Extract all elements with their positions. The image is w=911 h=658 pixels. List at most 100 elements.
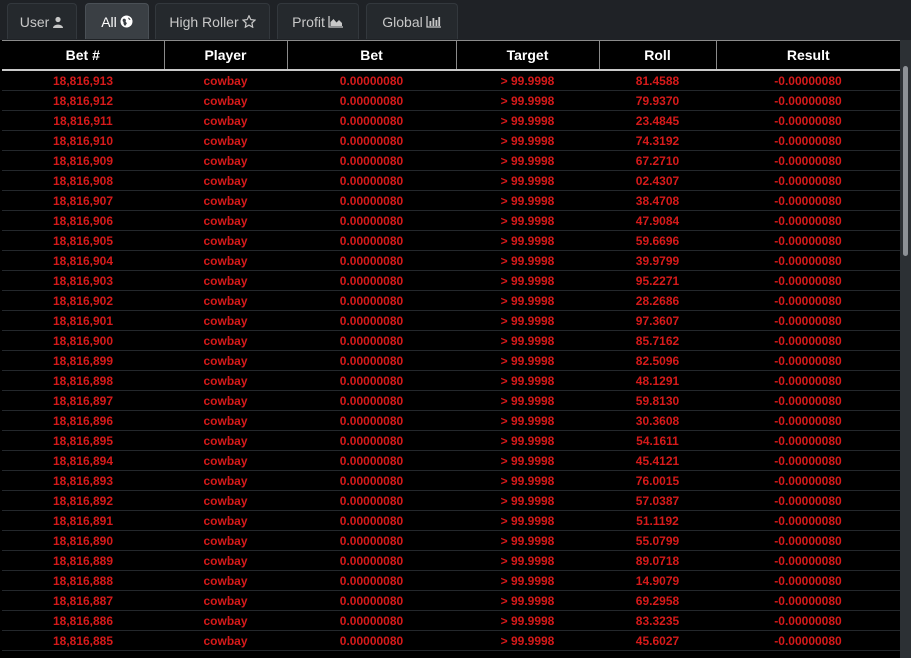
bet-number-cell[interactable]: 18,816,909 [2,150,164,171]
bet-number-cell[interactable]: 18,816,891 [2,510,164,531]
bet-number-cell[interactable]: 18,816,905 [2,230,164,251]
bet-number-cell[interactable]: 18,816,903 [2,270,164,291]
bet-number-cell[interactable]: 18,816,890 [2,530,164,551]
table-row[interactable]: 18,816,899 cowbay 0.00000080 > 99.9998 82.50… [2,350,900,371]
table-row[interactable]: 18,816,906 cowbay 0.00000080 > 99.9998 47.90… [2,210,900,231]
bet-number-cell[interactable]: 18,816,897 [2,390,164,411]
table-row[interactable]: 18,816,895 cowbay 0.00000080 > 99.9998 54.16… [2,430,900,451]
table-row[interactable]: 18,816,909 cowbay 0.00000080 > 99.9998 67.27… [2,150,900,171]
table-row[interactable]: 18,816,892 cowbay 0.00000080 > 99.9998 57.03… [2,490,900,511]
bet-number-cell[interactable]: 18,816,885 [2,630,164,651]
scrollbar-thumb[interactable] [903,66,908,256]
player-cell[interactable]: cowbay [164,250,287,271]
player-cell[interactable]: cowbay [164,170,287,191]
player-cell[interactable]: cowbay [164,70,287,91]
player-cell[interactable]: cowbay [164,510,287,531]
table-row[interactable]: 18,816,913 cowbay 0.00000080 > 99.9998 81.45… [2,70,900,91]
bet-number-cell[interactable]: 18,816,906 [2,210,164,231]
bet-number-cell[interactable]: 18,816,899 [2,350,164,371]
table-row[interactable]: 18,816,904 cowbay 0.00000080 > 99.9998 39.97… [2,250,900,271]
bet-number-cell[interactable]: 18,816,907 [2,190,164,211]
table-row[interactable]: 18,816,890 cowbay 0.00000080 > 99.9998 55.07… [2,530,900,551]
player-cell[interactable]: cowbay [164,290,287,311]
bet-number-cell[interactable]: 18,816,911 [2,110,164,131]
table-row[interactable]: 18,816,887 cowbay 0.00000080 > 99.9998 69.29… [2,590,900,611]
player-cell[interactable]: cowbay [164,490,287,511]
player-cell[interactable]: cowbay [164,150,287,171]
tab-profit[interactable]: Profit [277,3,359,39]
bet-number-cell[interactable]: 18,816,895 [2,430,164,451]
player-cell[interactable]: cowbay [164,350,287,371]
bet-number-cell[interactable]: 18,816,904 [2,250,164,271]
tab-global[interactable]: Global [366,3,458,39]
column-header-bet-number[interactable]: Bet # [2,40,164,71]
player-cell[interactable]: cowbay [164,370,287,391]
bet-number-cell[interactable]: 18,816,893 [2,470,164,491]
bet-number-cell[interactable]: 18,816,898 [2,370,164,391]
table-row[interactable]: 18,816,901 cowbay 0.00000080 > 99.9998 97.36… [2,310,900,331]
table-row[interactable]: 18,816,902 cowbay 0.00000080 > 99.9998 28.26… [2,290,900,311]
table-row[interactable]: 18,816,905 cowbay 0.00000080 > 99.9998 59.66… [2,230,900,251]
player-cell[interactable]: cowbay [164,270,287,291]
column-header-bet[interactable]: Bet [286,40,456,71]
bet-number-cell[interactable]: 18,816,887 [2,590,164,611]
tab-all[interactable]: All [85,3,149,39]
player-cell[interactable]: cowbay [164,190,287,211]
player-cell[interactable]: cowbay [164,590,287,611]
player-cell[interactable]: cowbay [164,610,287,631]
table-row[interactable]: 18,816,897 cowbay 0.00000080 > 99.9998 59.81… [2,390,900,411]
bet-number-cell[interactable]: 18,816,900 [2,330,164,351]
bet-number-cell[interactable]: 18,816,896 [2,410,164,431]
player-cell[interactable]: cowbay [164,470,287,491]
table-row[interactable]: 18,816,891 cowbay 0.00000080 > 99.9998 51.11… [2,510,900,531]
player-cell[interactable]: cowbay [164,90,287,111]
table-row[interactable]: 18,816,888 cowbay 0.00000080 > 99.9998 14.90… [2,570,900,591]
player-cell[interactable]: cowbay [164,130,287,151]
player-cell[interactable]: cowbay [164,550,287,571]
table-row[interactable]: 18,816,911 cowbay 0.00000080 > 99.9998 23.48… [2,110,900,131]
player-cell[interactable]: cowbay [164,530,287,551]
player-cell[interactable]: cowbay [164,570,287,591]
bet-number-cell[interactable]: 18,816,888 [2,570,164,591]
table-row[interactable]: 18,816,912 cowbay 0.00000080 > 99.9998 79.93… [2,90,900,111]
column-header-roll[interactable]: Roll [598,40,716,71]
player-cell[interactable]: cowbay [164,210,287,231]
column-header-target[interactable]: Target [455,40,599,71]
player-cell[interactable]: cowbay [164,310,287,331]
player-cell[interactable]: cowbay [164,330,287,351]
table-row[interactable]: 18,816,910 cowbay 0.00000080 > 99.9998 74.31… [2,130,900,151]
column-header-result[interactable]: Result [715,40,900,71]
table-row[interactable]: 18,816,903 cowbay 0.00000080 > 99.9998 95.22… [2,270,900,291]
table-row[interactable]: 18,816,908 cowbay 0.00000080 > 99.9998 02.43… [2,170,900,191]
column-header-player[interactable]: Player [163,40,287,71]
bet-number-cell[interactable]: 18,816,912 [2,90,164,111]
tab-high-roller[interactable]: High Roller [155,3,270,39]
bet-number-cell[interactable]: 18,816,901 [2,310,164,331]
bet-number-cell[interactable]: 18,816,889 [2,550,164,571]
player-cell[interactable]: cowbay [164,430,287,451]
table-row[interactable]: 18,816,886 cowbay 0.00000080 > 99.9998 83.32… [2,610,900,631]
table-row[interactable]: 18,816,898 cowbay 0.00000080 > 99.9998 48.12… [2,370,900,391]
table-row[interactable]: 18,816,885 cowbay 0.00000080 > 99.9998 45.60… [2,630,900,651]
player-cell[interactable]: cowbay [164,630,287,651]
tab-user[interactable]: User [7,3,77,39]
player-cell[interactable]: cowbay [164,410,287,431]
table-row[interactable]: 18,816,896 cowbay 0.00000080 > 99.9998 30.36… [2,410,900,431]
table-row[interactable]: 18,816,893 cowbay 0.00000080 > 99.9998 76.00… [2,470,900,491]
table-scrollbar[interactable] [900,40,911,658]
table-row[interactable]: 18,816,907 cowbay 0.00000080 > 99.9998 38.47… [2,190,900,211]
bet-number-cell[interactable]: 18,816,913 [2,70,164,91]
bet-number-cell[interactable]: 18,816,908 [2,170,164,191]
player-cell[interactable]: cowbay [164,110,287,131]
bet-number-cell[interactable]: 18,816,910 [2,130,164,151]
player-cell[interactable]: cowbay [164,390,287,411]
player-cell[interactable]: cowbay [164,230,287,251]
table-row[interactable]: 18,816,894 cowbay 0.00000080 > 99.9998 45.41… [2,450,900,471]
bet-number-cell[interactable]: 18,816,894 [2,450,164,471]
table-row[interactable]: 18,816,900 cowbay 0.00000080 > 99.9998 85.71… [2,330,900,351]
bet-number-cell[interactable]: 18,816,902 [2,290,164,311]
bet-number-cell[interactable]: 18,816,892 [2,490,164,511]
bet-number-cell[interactable]: 18,816,886 [2,610,164,631]
player-cell[interactable]: cowbay [164,450,287,471]
table-row[interactable]: 18,816,889 cowbay 0.00000080 > 99.9998 89.07… [2,550,900,571]
